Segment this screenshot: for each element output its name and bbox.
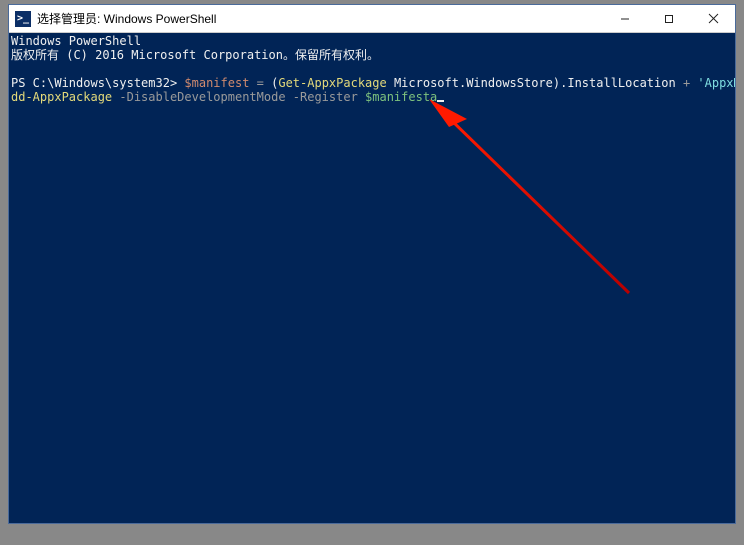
annotation-arrow [9,33,735,523]
tok-eq: = [249,76,271,90]
tok-arg1: Microsoft.WindowsStore [387,76,553,90]
window-controls [603,5,735,32]
maximize-button[interactable] [647,5,691,32]
tok-flag1: -DisableDevelopmentMode [112,90,293,104]
powershell-window: >_ 选择管理员: Windows PowerShell Windows Pow… [8,4,736,524]
tok-var1: $manifest [184,76,249,90]
minimize-icon [620,14,630,24]
terminal-area[interactable]: Windows PowerShell 版权所有 (C) 2016 Microso… [9,33,735,523]
window-title: 选择管理员: Windows PowerShell [37,10,603,27]
banner-line1: Windows PowerShell [11,34,141,48]
tok-str: 'AppxManifest.xml' [697,76,735,90]
tok-flag2: -Register [293,90,365,104]
tok-cmdlet1: Get-AppxPackage [278,76,386,90]
banner-line2: 版权所有 (C) 2016 Microsoft Corporation。保留所有… [11,48,379,62]
tok-close-prop: ).InstallLocation [553,76,683,90]
tok-plus: + [683,76,697,90]
tok-var2: $manifesta [365,90,437,104]
close-icon [708,13,719,24]
tok-cmdlet2: dd-AppxPackage [11,90,112,104]
powershell-icon: >_ [15,11,31,27]
prompt-path: PS C:\Windows\system32> [11,76,184,90]
minimize-button[interactable] [603,5,647,32]
close-button[interactable] [691,5,735,32]
text-cursor [437,100,444,102]
maximize-icon [664,14,674,24]
titlebar[interactable]: >_ 选择管理员: Windows PowerShell [9,5,735,33]
powershell-icon-glyph: >_ [17,13,29,24]
